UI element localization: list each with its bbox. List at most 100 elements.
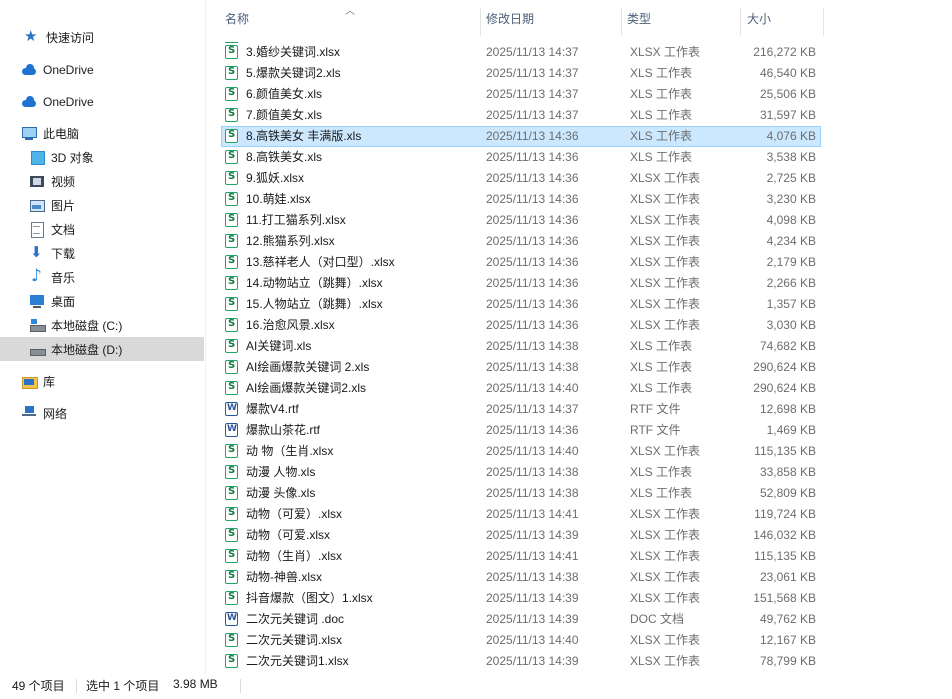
file-row[interactable]: 动物-神兽.xlsx 2025/11/13 14:38 XLSX 工作表 23,061… — [221, 567, 821, 588]
file-row[interactable]: 8.高铁美女 丰满版.xls 2025/11/13 14:36 XLS 工作表 4,0… — [221, 126, 821, 147]
computer-icon — [21, 125, 37, 141]
file-row[interactable]: 13.慈祥老人（对口型）.xlsx 2025/11/13 14:36 XLSX 工作… — [221, 252, 821, 273]
file-row[interactable]: 二次元关键词.xlsx 2025/11/13 14:40 XLSX 工作表 12,16… — [221, 630, 821, 651]
spreadsheet-file-icon — [225, 150, 238, 164]
file-modified-date: 2025/11/13 14:36 — [486, 234, 579, 248]
file-row[interactable]: 14.动物站立（跳舞）.xlsx 2025/11/13 14:36 XLSX 工作表… — [221, 273, 821, 294]
file-row[interactable]: 5.爆款关键词2.xls 2025/11/13 14:37 XLS 工作表 46,54… — [221, 63, 821, 84]
file-row[interactable]: 动物（可爱）.xlsx 2025/11/13 14:41 XLSX 工作表 119,7… — [221, 504, 821, 525]
file-list[interactable]: 3.婚纱关键词.xlsx 2025/11/13 14:37 XLSX 工作表 216,… — [212, 42, 952, 673]
file-row[interactable]: AI绘画爆款关键词2.xls 2025/11/13 14:40 XLS 工作表 290… — [221, 378, 821, 399]
file-size: 2,179 KB — [766, 255, 816, 269]
file-name: 动漫 人物.xls — [246, 465, 316, 479]
spreadsheet-file-icon — [225, 654, 238, 668]
nav-item-drive-d[interactable]: 本地磁盘 (D:) — [0, 337, 204, 361]
file-name: 8.高铁美女 丰满版.xls — [246, 129, 362, 143]
file-name: 抖音爆款（图文）1.xlsx — [246, 591, 373, 605]
file-row[interactable]: AI关键词.xls 2025/11/13 14:38 XLS 工作表 74,682 K… — [221, 336, 821, 357]
column-header-name[interactable]: 名称 — [221, 6, 479, 30]
nav-item-label: 图片 — [51, 198, 76, 213]
file-name: 二次元关键词 .doc — [246, 612, 345, 626]
nav-item-onedrive[interactable]: OneDrive — [0, 58, 204, 82]
file-row[interactable]: 15.人物站立（跳舞）.xlsx 2025/11/13 14:36 XLSX 工作表… — [221, 294, 821, 315]
nav-item-documents[interactable]: 文档 — [0, 217, 204, 241]
file-size: 46,540 KB — [759, 66, 816, 80]
nav-item-label: 本地磁盘 (D:) — [51, 342, 123, 357]
file-type: XLSX 工作表 — [630, 507, 701, 521]
file-row[interactable]: 动漫 人物.xls 2025/11/13 14:38 XLS 工作表 33,858 K… — [221, 462, 821, 483]
column-header-date[interactable]: 修改日期 — [482, 6, 622, 30]
file-row[interactable]: 16.治愈风景.xlsx 2025/11/13 14:36 XLSX 工作表 3,03… — [221, 315, 821, 336]
column-header-type[interactable]: 类型 — [623, 6, 738, 30]
file-size: 23,061 KB — [759, 570, 816, 584]
file-row[interactable]: 爆款山茶花.rtf 2025/11/13 14:36 RTF 文件 1,469 KB — [221, 420, 821, 441]
file-modified-date: 2025/11/13 14:38 — [486, 486, 579, 500]
selection-size: 3.98 MB — [173, 677, 218, 691]
file-row[interactable]: 9.狐妖.xlsx 2025/11/13 14:36 XLSX 工作表 2,725 K… — [221, 168, 821, 189]
file-modified-date: 2025/11/13 14:37 — [486, 402, 579, 416]
spreadsheet-file-icon — [225, 129, 238, 143]
item-count: 49 个项目 — [12, 679, 65, 693]
spreadsheet-file-icon — [225, 276, 238, 290]
file-row[interactable]: 爆款V4.rtf 2025/11/13 14:37 RTF 文件 12,698 KB — [221, 399, 821, 420]
nav-item-desktop[interactable]: 桌面 — [0, 289, 204, 313]
file-modified-date: 2025/11/13 14:37 — [486, 87, 579, 101]
file-name: 动 物（生肖.xlsx — [246, 444, 334, 458]
file-type: RTF 文件 — [630, 402, 681, 416]
nav-item-videos[interactable]: 视频 — [0, 169, 204, 193]
column-divider[interactable] — [823, 8, 824, 36]
column-divider[interactable] — [480, 8, 481, 36]
file-size: 146,032 KB — [753, 528, 816, 542]
nav-item-quick-access[interactable]: 快速访问 — [0, 25, 204, 49]
file-modified-date: 2025/11/13 14:37 — [486, 108, 579, 122]
nav-item-3d-objects[interactable]: 3D 对象 — [0, 145, 204, 169]
nav-item-label: 视频 — [51, 174, 76, 189]
file-row[interactable]: 7.颜值美女.xls 2025/11/13 14:37 XLS 工作表 31,597 … — [221, 105, 821, 126]
nav-item-onedrive-2[interactable]: OneDrive — [0, 90, 204, 114]
file-row[interactable]: AI绘画爆款关键词 2.xls 2025/11/13 14:38 XLS 工作表 29… — [221, 357, 821, 378]
nav-item-drive-c[interactable]: 本地磁盘 (C:) — [0, 313, 204, 337]
file-row[interactable]: 11.打工猫系列.xlsx 2025/11/13 14:36 XLSX 工作表 4,0… — [221, 210, 821, 231]
column-divider[interactable] — [621, 8, 622, 36]
column-header-size[interactable]: 大小 — [743, 6, 823, 30]
file-row[interactable]: 12.熊猫系列.xlsx 2025/11/13 14:36 XLSX 工作表 4,23… — [221, 231, 821, 252]
nav-item-music[interactable]: 音乐 — [0, 265, 204, 289]
nav-item-downloads[interactable]: 下载 — [0, 241, 204, 265]
nav-item-pictures[interactable]: 图片 — [0, 193, 204, 217]
file-row[interactable]: 抖音爆款（图文）1.xlsx 2025/11/13 14:39 XLSX 工作表 15… — [221, 588, 821, 609]
file-type: XLSX 工作表 — [630, 276, 701, 290]
file-type: RTF 文件 — [630, 423, 681, 437]
file-modified-date: 2025/11/13 14:36 — [486, 129, 579, 143]
file-row[interactable]: 动物（可爱.xlsx 2025/11/13 14:39 XLSX 工作表 146,03… — [221, 525, 821, 546]
file-type: XLS 工作表 — [630, 381, 693, 395]
file-size: 4,234 KB — [766, 234, 816, 248]
file-size: 1,357 KB — [766, 297, 816, 311]
file-row[interactable]: 6.颜值美女.xls 2025/11/13 14:37 XLS 工作表 25,506 … — [221, 84, 821, 105]
file-row[interactable]: 8.高铁美女.xls 2025/11/13 14:36 XLS 工作表 3,538 K… — [221, 147, 821, 168]
file-modified-date: 2025/11/13 14:39 — [486, 528, 579, 542]
file-row[interactable]: 3.婚纱关键词.xlsx 2025/11/13 14:37 XLSX 工作表 216,… — [221, 42, 821, 63]
file-row[interactable]: 动物（生肖）.xlsx 2025/11/13 14:41 XLSX 工作表 115,1… — [221, 546, 821, 567]
file-row[interactable]: 10.萌娃.xlsx 2025/11/13 14:36 XLSX 工作表 3,230 … — [221, 189, 821, 210]
file-row[interactable]: 动 物（生肖.xlsx 2025/11/13 14:40 XLSX 工作表 115,1… — [221, 441, 821, 462]
selection-count: 选中 1 个项目 — [86, 679, 160, 693]
file-name: 7.颜值美女.xls — [246, 108, 323, 122]
file-row[interactable]: 二次元关键词 .doc 2025/11/13 14:39 DOC 文档 49,762 … — [221, 609, 821, 630]
nav-item-this-pc[interactable]: 此电脑 — [0, 121, 204, 145]
pane-divider[interactable] — [205, 0, 206, 675]
file-name: 14.动物站立（跳舞）.xlsx — [246, 276, 383, 290]
nav-item-libraries[interactable]: 库 — [0, 369, 204, 393]
column-divider[interactable] — [740, 8, 741, 36]
file-type: XLS 工作表 — [630, 129, 693, 143]
file-type: XLS 工作表 — [630, 150, 693, 164]
spreadsheet-file-icon — [225, 465, 238, 479]
nav-item-network[interactable]: 网络 — [0, 401, 204, 425]
file-type: XLSX 工作表 — [630, 213, 701, 227]
file-row[interactable]: 动漫 头像.xls 2025/11/13 14:38 XLS 工作表 52,809 K… — [221, 483, 821, 504]
file-name: 动漫 头像.xls — [246, 486, 316, 500]
file-modified-date: 2025/11/13 14:37 — [486, 45, 579, 59]
file-row[interactable]: 二次元关键词1.xlsx 2025/11/13 14:39 XLSX 工作表 78,7… — [221, 651, 821, 672]
file-modified-date: 2025/11/13 14:38 — [486, 360, 579, 374]
file-modified-date: 2025/11/13 14:38 — [486, 465, 579, 479]
file-modified-date: 2025/11/13 14:36 — [486, 192, 579, 206]
